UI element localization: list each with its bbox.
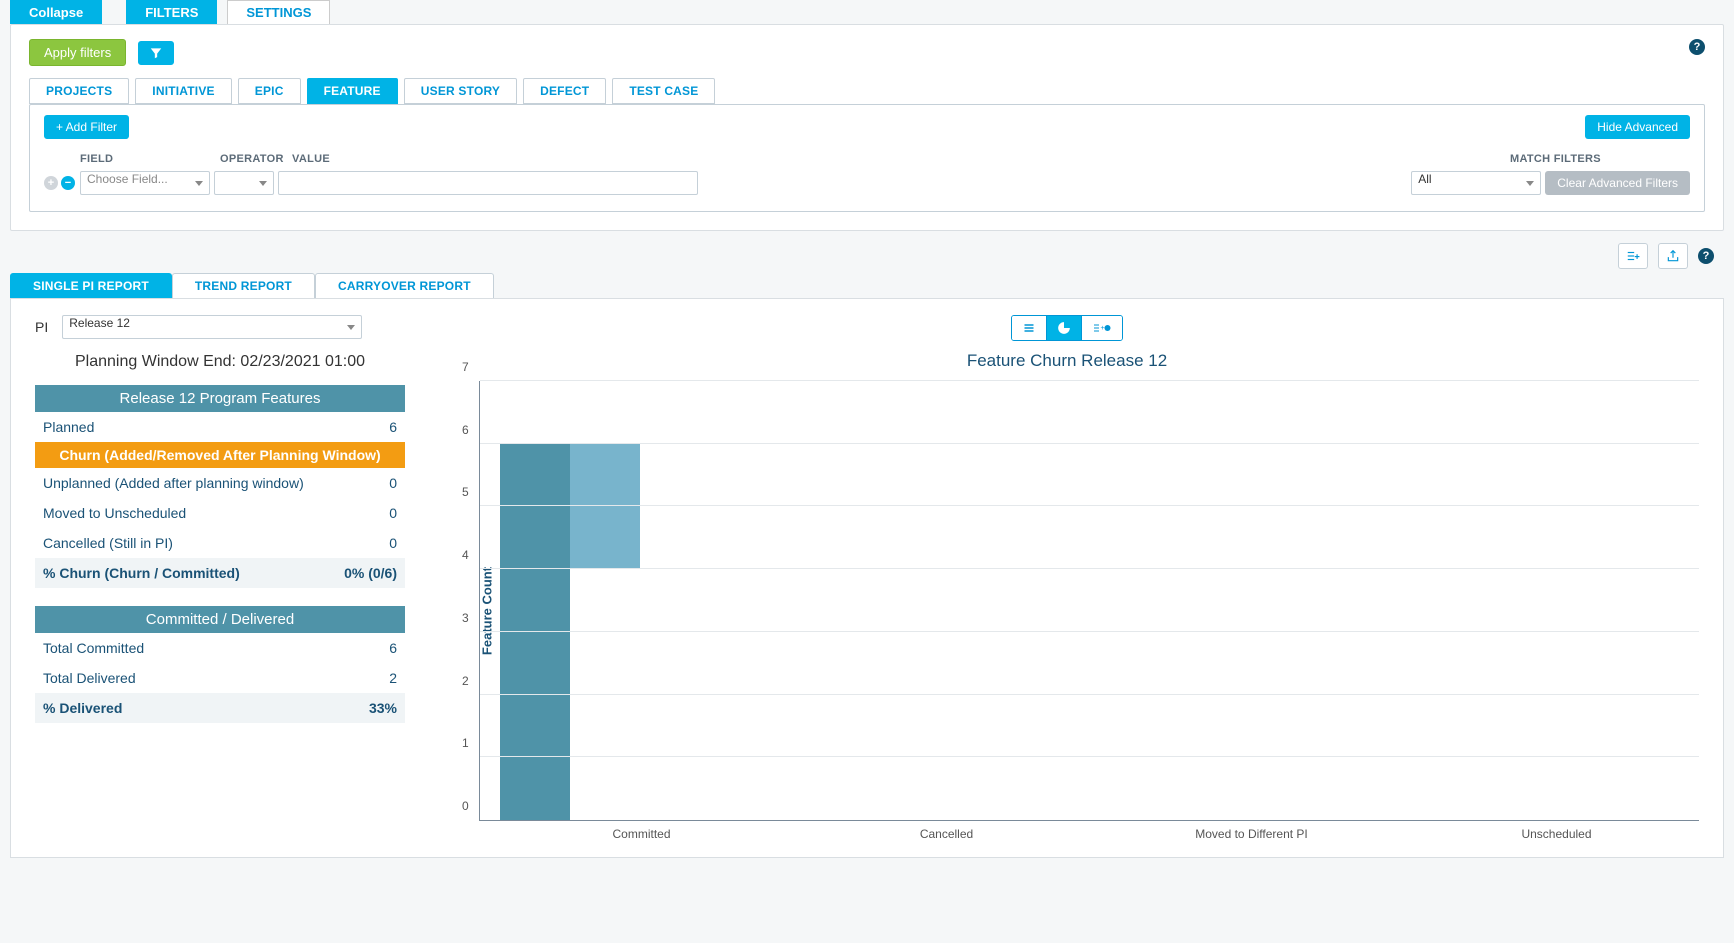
advanced-filter-box: + Add Filter Hide Advanced FIELD OPERATO… [29,104,1705,212]
churn-summary-label: % Churn (Churn / Committed) [43,565,240,581]
filter-tab-feature[interactable]: FEATURE [307,78,398,104]
chart-column: + Feature Churn Release 12 Feature Count… [435,315,1699,841]
pi-label: PI [35,319,48,335]
filter-tab-user-story[interactable]: USER STORY [404,78,517,104]
header-field: FIELD [80,153,220,165]
tab-settings[interactable]: SETTINGS [227,0,330,24]
stat-row: Planned 6 [35,412,405,442]
report-tab-carryover-report[interactable]: CARRYOVER REPORT [315,273,494,298]
view-chart-icon[interactable] [1047,316,1082,340]
tab-filters[interactable]: FILTERS [126,0,217,24]
top-tabs: Collapse FILTERS SETTINGS [0,0,1734,24]
stat-label: Total Delivered [43,670,136,686]
ytick: 0 [462,799,469,813]
stat-value: 2 [389,670,397,686]
collapse-button[interactable]: Collapse [10,0,102,24]
help-icon[interactable]: ? [1698,248,1714,264]
section-header-committed: Committed / Delivered [35,606,405,633]
view-list-icon[interactable] [1012,316,1047,340]
filter-icon-button[interactable] [138,41,174,65]
ytick: 4 [462,548,469,562]
stat-value: 6 [389,419,397,435]
filter-tab-initiative[interactable]: INITIATIVE [135,78,231,104]
filter-panel: ? Apply filters PROJECTSINITIATIVE EPICFE… [10,24,1724,231]
clear-advanced-button[interactable]: Clear Advanced Filters [1545,171,1690,195]
chart-view-toggle: + [435,315,1699,341]
list-plus-icon[interactable] [1618,243,1648,269]
chart-plot: 01234567 [479,381,1699,821]
section-header-churn: Churn (Added/Removed After Planning Wind… [35,442,405,468]
filter-tab-epic[interactable]: EPIC [238,78,301,104]
xtick: Committed [479,827,784,841]
operator-select[interactable] [214,171,274,195]
field-select[interactable]: Choose Field... [80,171,210,195]
hide-advanced-button[interactable]: Hide Advanced [1585,115,1690,139]
view-combo-icon[interactable]: + [1082,316,1122,340]
pi-select[interactable]: Release 12 [62,315,362,339]
ytick: 3 [462,611,469,625]
delivered-summary-label: % Delivered [43,700,122,716]
add-row-icon[interactable]: + [44,176,58,190]
export-icon[interactable] [1658,243,1688,269]
ytick: 5 [462,485,469,499]
stat-row: Total Committed 6 [35,633,405,663]
remove-row-icon[interactable]: − [61,176,75,190]
xtick: Cancelled [784,827,1089,841]
stat-label: Moved to Unscheduled [43,505,186,521]
stat-label: Planned [43,419,94,435]
stat-label: Unplanned (Added after planning window) [43,475,304,491]
stat-label: Cancelled (Still in PI) [43,535,173,551]
ytick: 2 [462,674,469,688]
header-operator: OPERATOR [220,153,292,165]
ytick: 1 [462,736,469,750]
report-tab-single-pi-report[interactable]: SINGLE PI REPORT [10,273,172,298]
ytick: 6 [462,423,469,437]
report-tab-trend-report[interactable]: TREND REPORT [172,273,315,298]
delivered-summary-value: 33% [369,700,397,716]
report-card: PI Release 12 Planning Window End: 02/23… [10,298,1724,858]
value-input[interactable] [278,171,698,195]
churn-summary-value: 0% (0/6) [344,565,397,581]
xtick: Unscheduled [1394,827,1699,841]
stat-value: 0 [389,505,397,521]
svg-text:+: + [1101,325,1105,332]
xtick: Moved to Different PI [1089,827,1394,841]
filter-type-tabs: PROJECTSINITIATIVE EPICFEATUREUSER STORYD… [29,78,1705,104]
stat-row: Moved to Unscheduled 0 [35,498,405,528]
section-header-program-features: Release 12 Program Features [35,385,405,412]
stat-label: Total Committed [43,640,144,656]
filter-tab-defect[interactable]: DEFECT [523,78,606,104]
chart-title: Feature Churn Release 12 [435,351,1699,371]
apply-filters-button[interactable]: Apply filters [29,39,126,66]
filter-tab-test-case[interactable]: TEST CASE [612,78,715,104]
stat-row: Total Delivered 2 [35,663,405,693]
header-value: VALUE [292,153,1510,165]
stat-value: 0 [389,475,397,491]
stat-row: Cancelled (Still in PI) 0 [35,528,405,558]
filter-tab-projects[interactable]: PROJECTS [29,78,129,104]
header-match: MATCH FILTERS [1510,153,1690,165]
stat-value: 6 [389,640,397,656]
summary-column: PI Release 12 Planning Window End: 02/23… [35,315,405,841]
funnel-icon [149,46,163,60]
stat-value: 0 [389,535,397,551]
help-icon[interactable]: ? [1689,39,1705,55]
add-filter-button[interactable]: + Add Filter [44,115,129,139]
stat-row: Unplanned (Added after planning window) 0 [35,468,405,498]
report-tabs: SINGLE PI REPORTTREND REPORTCARRYOVER RE… [10,273,1734,298]
action-row: ? [0,243,1734,273]
planning-window-text: Planning Window End: 02/23/2021 01:00 [35,353,405,371]
match-select[interactable]: All [1411,171,1541,195]
ytick: 7 [462,360,469,374]
